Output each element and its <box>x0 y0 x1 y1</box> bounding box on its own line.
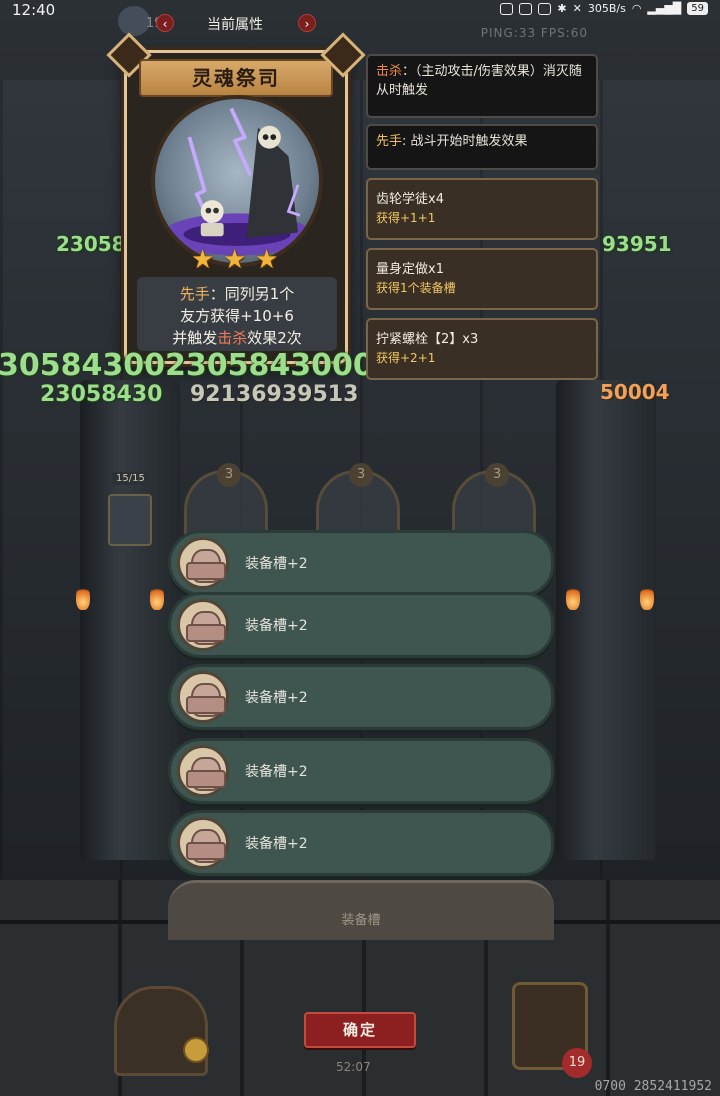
battle-timer: 52:07 <box>336 1060 371 1074</box>
floating-number: 23058 <box>56 232 126 256</box>
ability-text: 同列另1个 <box>224 285 295 303</box>
ability-line: 友方获得+10+6 <box>180 307 294 325</box>
option-label: 装备槽+2 <box>245 764 308 780</box>
wifi-icon: ◠ <box>631 2 642 15</box>
network-speed: 305B/s <box>587 2 626 15</box>
backpack-icon <box>177 671 229 723</box>
buff-effect: 获得+1+1 <box>376 211 436 225</box>
ability-line: 先手：同列另1个 <box>141 283 333 305</box>
ability-text: 并触发 <box>172 329 218 347</box>
buff-effect: 获得1个装备槽 <box>376 281 456 295</box>
system-status-bar: 12:40 ✱ ✕ 305B/s ◠ ▂▄▆█ 59 <box>0 0 720 22</box>
torch-flame <box>566 584 580 610</box>
keyword-first-strike: 先手 <box>376 134 403 149</box>
keyword-info-kill: 击杀：（主动攻击/伤害效果）消灭随从时触发 <box>366 54 598 118</box>
keyword-description: ：（主动攻击/伤害效果）消灭随从时触发 <box>376 64 582 98</box>
signal-icon: ▂▄▆█ <box>647 2 682 15</box>
deck-count: 15/15 <box>112 472 149 485</box>
portrait-level: 3 <box>349 463 373 487</box>
backpack-icon <box>177 599 229 651</box>
option-equipment-slot[interactable]: 装备槽+2 <box>168 738 554 804</box>
battery-icon: 59 <box>687 2 708 15</box>
mute-icon: ✕ <box>572 2 582 15</box>
stone-pillar <box>556 380 656 860</box>
deck-card[interactable] <box>108 494 152 546</box>
buff-effect: 获得+2+1 <box>376 351 436 365</box>
keyword-description: : 战斗开始时触发效果 <box>402 134 528 149</box>
keyword-first-strike: 先手 <box>179 285 210 303</box>
buff-entry: 齿轮学徒x4 获得+1+1 <box>366 178 598 240</box>
ability-text: 效果2次 <box>247 329 302 347</box>
unit-card: 灵魂祭司 ★ ★ ★ 先手：同列另1个 友方获得+10+6 并触发击杀效果2次 <box>124 50 348 364</box>
star-icon: ★ <box>191 245 215 275</box>
option-equipment-slot[interactable]: 装备槽+2 <box>168 530 554 596</box>
status-icons: ✱ ✕ 305B/s ◠ ▂▄▆█ 59 <box>500 2 708 15</box>
clock: 12:40 <box>12 1 56 19</box>
backpack-icon <box>177 745 229 797</box>
prev-attribute-button[interactable]: ‹ <box>156 14 174 32</box>
floating-number-large: 30584300230584300092 <box>0 348 416 383</box>
keyword-kill: 击杀 <box>217 329 248 347</box>
page-title: 当前属性 <box>207 17 263 33</box>
stone-pillar <box>80 380 180 860</box>
card-name-banner: 灵魂祭司 <box>139 59 333 97</box>
option-label: 装备槽+2 <box>245 556 308 572</box>
floating-number: 92136939513 <box>190 382 359 407</box>
star-icon: ★ <box>255 245 279 275</box>
torch-flame <box>150 584 164 610</box>
floating-number: 23058430 <box>40 382 163 407</box>
player-id-readout: 0700 2852411952 <box>594 1079 712 1094</box>
option-equipment-slot[interactable]: 装备槽+2 <box>168 664 554 730</box>
star-rating: ★ ★ ★ <box>127 247 345 273</box>
ping-fps-readout: PING:33 FPS:60 <box>480 26 588 40</box>
option-equipment-slot[interactable]: 装备槽+2 <box>168 592 554 658</box>
option-label: 装备槽+2 <box>245 690 308 706</box>
card-name: 灵魂祭司 <box>192 66 280 90</box>
equipment-slot-panel: 装备槽 <box>168 880 554 940</box>
shop-door[interactable] <box>114 986 209 1076</box>
buff-title: 齿轮学徒x4 <box>376 192 444 207</box>
card-ability-text: 先手：同列另1个 友方获得+10+6 并触发击杀效果2次 <box>137 277 337 351</box>
option-label: 装备槽+2 <box>245 618 308 634</box>
torch-flame <box>76 584 90 610</box>
buff-entry: 拧紧螺栓【2】x3 获得+2+1 <box>366 318 598 380</box>
floating-number: 93951 <box>602 232 672 256</box>
backpack-icon <box>177 537 229 589</box>
keyword-info-first-strike: 先手: 战斗开始时触发效果 <box>366 124 598 170</box>
next-attribute-button[interactable]: › <box>298 14 316 32</box>
hero-count-badge: 19 <box>562 1048 592 1078</box>
equipment-slot-panel-label: 装备槽 <box>341 913 381 928</box>
backpack-icon <box>177 817 229 869</box>
hd-icon <box>519 2 533 15</box>
confirm-button[interactable]: 确定 <box>304 1012 416 1048</box>
keyword-kill: 击杀 <box>376 64 403 79</box>
card-art-soul-priest <box>151 95 323 267</box>
floating-number: 50004 <box>600 380 670 404</box>
portrait-level: 3 <box>485 463 509 487</box>
ability-separator: ： <box>209 285 225 303</box>
buff-entry: 量身定做x1 获得1个装备槽 <box>366 248 598 310</box>
ability-line: 并触发击杀效果2次 <box>141 327 333 349</box>
option-equipment-slot[interactable]: 装备槽+2 <box>168 810 554 876</box>
nfc-icon <box>500 2 514 15</box>
chevron-right-icon: › <box>304 17 310 31</box>
chevron-left-icon: ‹ <box>162 17 168 31</box>
star-icon: ★ <box>223 245 247 275</box>
option-label: 装备槽+2 <box>245 836 308 852</box>
buff-title: 拧紧螺栓【2】x3 <box>376 332 479 347</box>
torch-flame <box>640 584 654 610</box>
portrait-level: 3 <box>217 463 241 487</box>
bluetooth-icon: ✱ <box>557 2 567 15</box>
alarm-icon <box>538 2 552 15</box>
coin-icon <box>183 1037 209 1063</box>
buff-title: 量身定做x1 <box>376 262 444 277</box>
